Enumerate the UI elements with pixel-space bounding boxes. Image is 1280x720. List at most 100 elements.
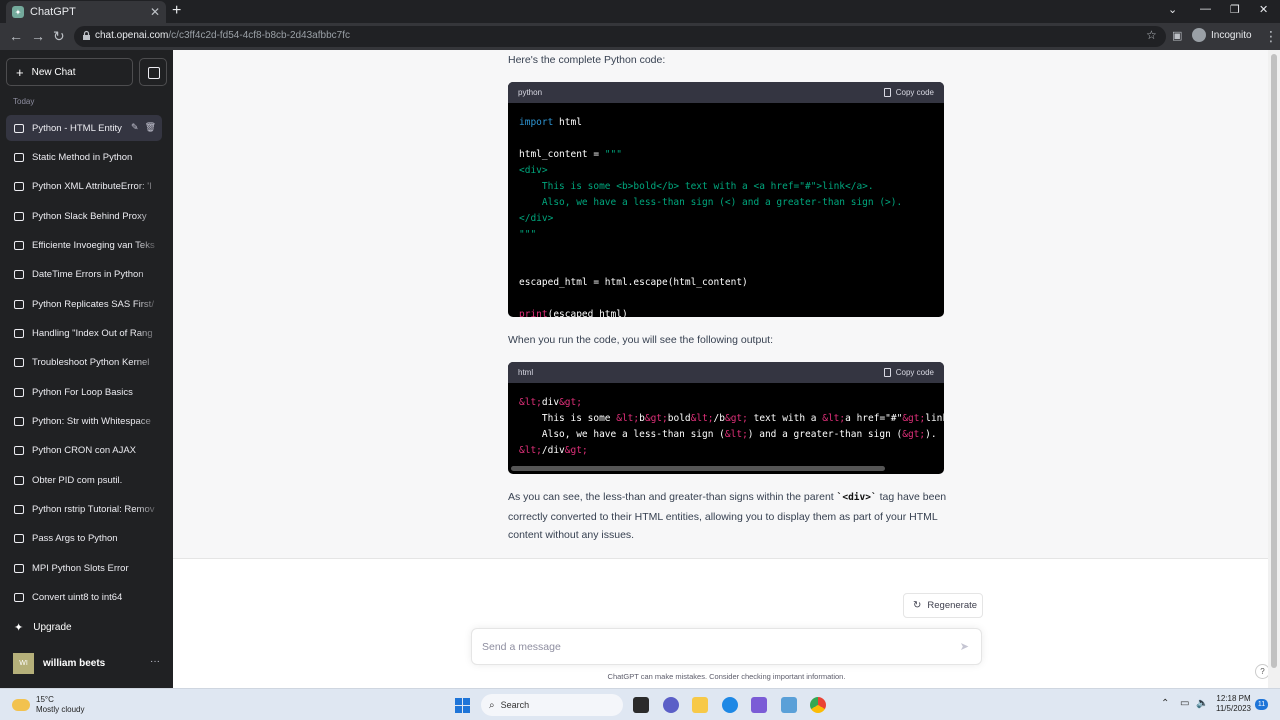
history-item[interactable]: Static Method in Python bbox=[6, 144, 162, 170]
volume-icon[interactable]: 🔈 bbox=[1196, 698, 1208, 709]
incognito-icon bbox=[1192, 28, 1206, 42]
history-item[interactable]: MPI Python Slots Error bbox=[6, 555, 162, 581]
chat-bubble-icon bbox=[14, 504, 24, 514]
disclaimer-text: ChatGPT can make mistakes. Consider chec… bbox=[607, 672, 846, 681]
search-icon: ⌕ bbox=[489, 699, 495, 711]
page-scrollbar[interactable] bbox=[1268, 50, 1280, 688]
history-item[interactable]: Python Slack Behind Proxy bbox=[6, 203, 162, 229]
new-chat-button[interactable]: + New Chat bbox=[6, 58, 133, 86]
chat-bubble-icon bbox=[14, 563, 24, 573]
reload-icon[interactable]: ↻ bbox=[53, 28, 65, 45]
file-explorer-icon[interactable] bbox=[692, 697, 708, 713]
history-item[interactable]: Pass Args to Python bbox=[6, 525, 162, 551]
horizontal-scrollbar[interactable] bbox=[511, 466, 885, 471]
back-icon[interactable]: ← bbox=[9, 28, 23, 44]
code-block-header: html Copy code bbox=[508, 362, 944, 383]
close-sidebar-button[interactable] bbox=[139, 58, 167, 86]
copy-code-button[interactable]: Copy code bbox=[883, 88, 934, 97]
message-paragraph: When you run the code, you will see the … bbox=[508, 334, 773, 346]
history-item-active[interactable]: Python - HTML Entity ✎ 🗑 bbox=[6, 115, 162, 141]
close-tab-icon[interactable]: ✕ bbox=[150, 5, 160, 19]
chat-bubble-icon bbox=[14, 123, 24, 133]
new-tab-icon[interactable]: + bbox=[172, 2, 181, 20]
chatgpt-favicon-icon: ✦ bbox=[12, 6, 24, 18]
incognito-label: Incognito bbox=[1211, 29, 1252, 41]
clipboard-icon bbox=[883, 368, 891, 377]
edge-icon[interactable] bbox=[722, 697, 738, 713]
chrome-icon[interactable] bbox=[810, 697, 826, 713]
user-name: william beets bbox=[43, 658, 106, 669]
more-options-icon[interactable]: ··· bbox=[150, 656, 160, 667]
bookmark-star-icon[interactable]: ☆ bbox=[1146, 28, 1157, 42]
maximize-icon[interactable]: ❐ bbox=[1230, 3, 1240, 16]
clipboard-icon bbox=[883, 88, 891, 97]
tab-title: ChatGPT bbox=[30, 6, 76, 18]
side-panel-icon[interactable]: ▣ bbox=[1172, 29, 1182, 42]
history-item-label: Obter PID com psutil. bbox=[32, 474, 123, 486]
upgrade-button[interactable]: ✦ Upgrade bbox=[14, 621, 72, 634]
chat-bubble-icon bbox=[14, 445, 24, 455]
teams-chat-icon[interactable] bbox=[663, 697, 679, 713]
windows-start-icon[interactable] bbox=[455, 698, 470, 713]
chat-bubble-icon bbox=[14, 211, 24, 221]
history-item[interactable]: Obter PID com psutil. bbox=[6, 467, 162, 493]
history-item-label: Convert uint8 to int64 bbox=[32, 591, 123, 603]
temperature: 15°C bbox=[36, 695, 54, 704]
photos-icon[interactable] bbox=[781, 697, 797, 713]
user-menu[interactable]: WI william beets bbox=[13, 653, 105, 674]
url-bar[interactable]: chat.openai.com/c/c3ff4c2d-fd54-4cf8-b8c… bbox=[74, 26, 1166, 47]
clock-date: 11/5/2023 bbox=[1216, 704, 1251, 713]
address-toolbar: ← → ↻ chat.openai.com/c/c3ff4c2d-fd54-4c… bbox=[0, 23, 1280, 50]
edit-pencil-icon[interactable]: ✎ bbox=[131, 122, 139, 133]
history-item[interactable]: Python CRON con AJAX bbox=[6, 437, 162, 463]
lock-icon bbox=[83, 30, 90, 40]
task-view-icon[interactable] bbox=[633, 697, 649, 713]
message-input[interactable]: Send a message ➤ bbox=[471, 628, 982, 665]
history-item-label: Python Slack Behind Proxy bbox=[32, 210, 147, 222]
close-window-icon[interactable]: ✕ bbox=[1259, 3, 1268, 16]
trash-icon[interactable]: 🗑 bbox=[145, 122, 156, 133]
history-item[interactable]: Python For Loop Basics bbox=[6, 379, 162, 405]
history-item-label: Python CRON con AJAX bbox=[32, 444, 137, 456]
new-chat-label: New Chat bbox=[31, 66, 76, 78]
history-item-label: DateTime Errors in Python bbox=[32, 268, 144, 280]
history-item[interactable]: DateTime Errors in Python bbox=[6, 261, 162, 287]
incognito-badge[interactable]: Incognito bbox=[1192, 28, 1252, 42]
history-item[interactable]: Handling "Index Out of Rang bbox=[6, 320, 162, 346]
history-item[interactable]: Python: Str with Whitespace bbox=[6, 408, 162, 434]
weather-widget[interactable]: 15°C Mostly cloudy bbox=[12, 695, 84, 715]
history-item-label: MPI Python Slots Error bbox=[32, 562, 129, 574]
network-icon[interactable]: ▭ bbox=[1180, 698, 1189, 709]
history-item-label: Python XML AttributeError: 'I bbox=[32, 180, 152, 192]
browser-tab[interactable]: ✦ ChatGPT ✕ bbox=[6, 1, 166, 23]
chat-bubble-icon bbox=[14, 152, 24, 162]
history-item-label: Python: Str with Whitespace bbox=[32, 415, 151, 427]
tray-overflow-icon[interactable]: ⌃ bbox=[1161, 698, 1169, 709]
windows-taskbar: 15°C Mostly cloudy ⌕ Search ⌃ ▭ 🔈 12:18 P… bbox=[0, 688, 1280, 720]
history-item[interactable]: Python Replicates SAS First/ bbox=[6, 291, 162, 317]
vpn-app-icon[interactable] bbox=[751, 697, 767, 713]
history-item-label: Python For Loop Basics bbox=[32, 386, 133, 398]
history-item[interactable]: Python rstrip Tutorial: Remov bbox=[6, 496, 162, 522]
history-item[interactable]: Efficiente Invoeging van Teks bbox=[6, 232, 162, 258]
send-icon[interactable]: ➤ bbox=[960, 640, 969, 653]
weather-status: Mostly cloudy bbox=[36, 705, 85, 714]
taskbar-search[interactable]: ⌕ Search bbox=[481, 694, 623, 716]
section-label-today: Today bbox=[13, 97, 35, 106]
taskbar-clock[interactable]: 12:18 PM 11/5/2023 bbox=[1216, 694, 1251, 714]
tab-search-icon[interactable]: ⌄ bbox=[1168, 3, 1177, 16]
regenerate-button[interactable]: ↻ Regenerate bbox=[903, 593, 983, 618]
history-item[interactable]: Convert uint8 to int64 bbox=[6, 584, 162, 610]
python-code: import html html_content = """ <div> Thi… bbox=[519, 117, 903, 317]
history-item[interactable]: Python XML AttributeError: 'I bbox=[6, 173, 162, 199]
notification-badge[interactable]: 11 bbox=[1255, 699, 1268, 710]
chat-bubble-icon bbox=[14, 387, 24, 397]
browser-menu-icon[interactable]: ⋮ bbox=[1264, 28, 1278, 45]
history-item-label: Pass Args to Python bbox=[32, 532, 118, 544]
copy-code-button[interactable]: Copy code bbox=[883, 368, 934, 377]
minimize-icon[interactable]: — bbox=[1200, 3, 1211, 15]
forward-icon[interactable]: → bbox=[31, 28, 45, 44]
history-item[interactable]: Troubleshoot Python Kernel bbox=[6, 349, 162, 375]
chat-bubble-icon bbox=[14, 592, 24, 602]
history-item-label: Handling "Index Out of Rang bbox=[32, 327, 153, 339]
